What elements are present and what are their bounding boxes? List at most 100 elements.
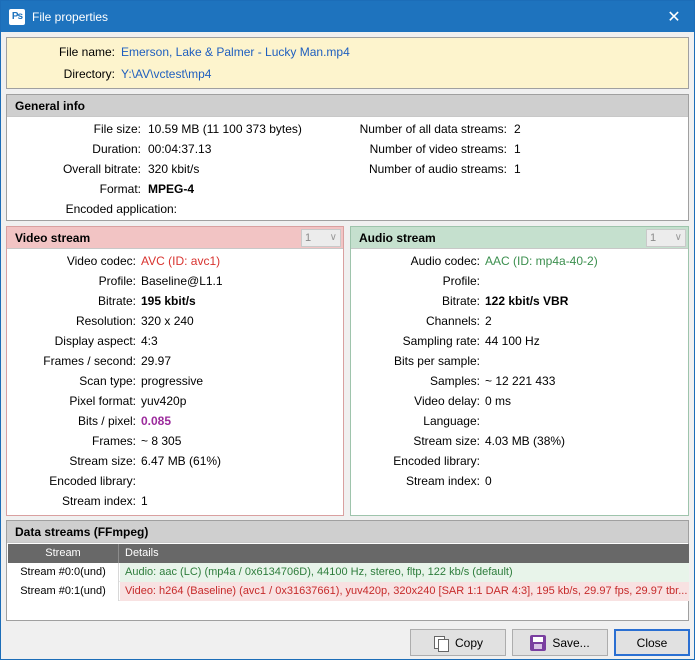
video-stream-select-value: 1 — [305, 232, 312, 244]
column-header-details[interactable]: Details — [120, 544, 159, 563]
audio-detail-label: Stream index: — [405, 474, 480, 488]
video-detail-value: 195 kbit/s — [141, 294, 196, 308]
stream-details-cell: Video: h264 (Baseline) (avc1 / 0x3163766… — [120, 582, 689, 601]
file-size-label: File size: — [93, 122, 141, 136]
table-row[interactable]: Stream #0:1(und) Video: h264 (Baseline) … — [8, 582, 689, 601]
audio-detail-label: Language: — [423, 414, 480, 428]
title-bar[interactable]: Ps File properties ✕ — [1, 1, 694, 32]
all-streams-label: Number of all data streams: — [359, 122, 507, 136]
close-window-button[interactable]: ✕ — [654, 1, 694, 32]
save-icon — [530, 634, 547, 651]
stream-id-cell: Stream #0:1(und) — [8, 582, 119, 601]
directory-link[interactable]: Y:\AV\vctest\mp4 — [121, 65, 211, 83]
audio-detail-label: Stream size: — [413, 434, 480, 448]
close-button[interactable]: Close — [614, 629, 690, 656]
audio-streams-value: 1 — [514, 162, 521, 176]
overall-bitrate-value: 320 kbit/s — [148, 162, 200, 176]
audio-detail-label: Sampling rate: — [402, 334, 480, 348]
column-header-stream[interactable]: Stream — [8, 544, 119, 563]
audio-detail-label: Bits per sample: — [393, 354, 480, 368]
audio-stream-panel: Audio stream 1 ∨ Audio codec: AAC (ID: mp… — [350, 226, 689, 516]
save-button-label: Save... — [552, 635, 590, 650]
directory-row: Directory: Y:\AV\vctest\mp4 — [7, 65, 690, 83]
format-label: Format: — [99, 182, 141, 196]
audio-detail-value: 44 100 Hz — [485, 334, 540, 348]
video-detail-label: Stream size: — [69, 454, 136, 468]
video-detail-label: Scan type: — [79, 374, 136, 388]
video-detail-value: yuv420p — [141, 394, 187, 408]
video-streams-label: Number of video streams: — [369, 142, 507, 156]
audio-detail-label: Audio codec: — [410, 254, 480, 268]
format-value: MPEG-4 — [148, 182, 195, 196]
all-streams-value: 2 — [514, 122, 521, 136]
audio-streams-label: Number of audio streams: — [368, 162, 507, 176]
data-streams-panel: Data streams (FFmpeg) Stream Details Str… — [6, 520, 689, 621]
copy-button[interactable]: Copy — [410, 629, 506, 656]
video-detail-value: 0.085 — [141, 414, 172, 428]
video-detail-value: 4:3 — [141, 334, 158, 348]
app-icon: Ps — [9, 8, 25, 25]
audio-detail-value: ~ 12 221 433 — [485, 374, 556, 388]
file-size-value: 10.59 MB (11 100 373 bytes) — [148, 122, 302, 136]
audio-detail-value: 122 kbit/s VBR — [485, 294, 569, 308]
audio-detail-label: Bitrate: — [441, 294, 480, 308]
table-row[interactable]: Stream #0:0(und) Audio: aac (LC) (mp4a /… — [8, 563, 689, 582]
video-detail-value: ~ 8 305 — [141, 434, 182, 448]
copy-icon — [433, 635, 449, 652]
video-detail-label: Display aspect: — [54, 334, 136, 348]
save-button[interactable]: Save... — [512, 629, 608, 656]
video-detail-value: progressive — [141, 374, 204, 388]
general-info-header: General info — [7, 95, 688, 117]
audio-detail-label: Encoded library: — [393, 454, 480, 468]
general-info-panel: General info File size: 10.59 MB (11 100… — [6, 94, 689, 221]
file-properties-window: Ps File properties ✕ File name: Emerson,… — [0, 0, 695, 660]
video-detail-label: Video codec: — [66, 254, 136, 268]
video-detail-value: 320 x 240 — [141, 314, 194, 328]
video-detail-label: Bits / pixel: — [77, 414, 136, 428]
video-stream-select[interactable]: 1 ∨ — [301, 229, 341, 247]
audio-detail-label: Samples: — [429, 374, 480, 388]
duration-label: Duration: — [92, 142, 141, 156]
audio-detail-label: Video delay: — [414, 394, 480, 408]
video-detail-label: Profile: — [98, 274, 136, 288]
chevron-down-icon: ∨ — [329, 232, 337, 243]
file-name-row: File name: Emerson, Lake & Palmer - Luck… — [7, 43, 690, 61]
stream-id-cell: Stream #0:0(und) — [8, 563, 119, 582]
audio-stream-header: Audio stream 1 ∨ — [351, 227, 688, 249]
file-info-panel: File name: Emerson, Lake & Palmer - Luck… — [6, 37, 689, 89]
video-detail-label: Frames / second: — [43, 354, 136, 368]
audio-detail-label: Profile: — [442, 274, 480, 288]
directory-label: Directory: — [63, 67, 115, 81]
audio-stream-title: Audio stream — [359, 231, 436, 245]
audio-stream-select[interactable]: 1 ∨ — [646, 229, 686, 247]
data-streams-table-header: Stream Details — [8, 544, 689, 563]
chevron-down-icon: ∨ — [674, 232, 682, 243]
video-detail-label: Resolution: — [75, 314, 136, 328]
audio-detail-value: AAC (ID: mp4a-40-2) — [485, 254, 598, 268]
audio-detail-value: 0 ms — [485, 394, 512, 408]
stream-details-cell: Audio: aac (LC) (mp4a / 0x6134706D), 441… — [120, 563, 689, 582]
audio-stream-select-value: 1 — [650, 232, 657, 244]
video-stream-header: Video stream 1 ∨ — [7, 227, 343, 249]
video-detail-label: Bitrate: — [97, 294, 136, 308]
video-detail-value: 1 — [141, 494, 148, 508]
video-streams-value: 1 — [514, 142, 521, 156]
encoded-application-label: Encoded application: — [65, 202, 177, 216]
video-detail-label: Stream index: — [61, 494, 136, 508]
file-name-link[interactable]: Emerson, Lake & Palmer - Lucky Man.mp4 — [121, 43, 350, 61]
file-name-label: File name: — [58, 45, 115, 59]
video-detail-label: Pixel format: — [69, 394, 136, 408]
video-detail-label: Encoded library: — [49, 474, 136, 488]
overall-bitrate-label: Overall bitrate: — [62, 162, 141, 176]
audio-detail-value: 0 — [485, 474, 492, 488]
audio-detail-label: Channels: — [425, 314, 480, 328]
duration-value: 00:04:37.13 — [148, 142, 212, 156]
audio-detail-value: 4.03 MB (38%) — [485, 434, 566, 448]
video-detail-value: 29.97 — [141, 354, 172, 368]
close-button-label: Close — [636, 635, 668, 650]
video-detail-value: Baseline@L1.1 — [141, 274, 223, 288]
video-detail-value: 6.47 MB (61%) — [141, 454, 222, 468]
video-detail-label: Frames: — [91, 434, 136, 448]
video-stream-title: Video stream — [15, 231, 91, 245]
window-title: File properties — [32, 9, 109, 24]
